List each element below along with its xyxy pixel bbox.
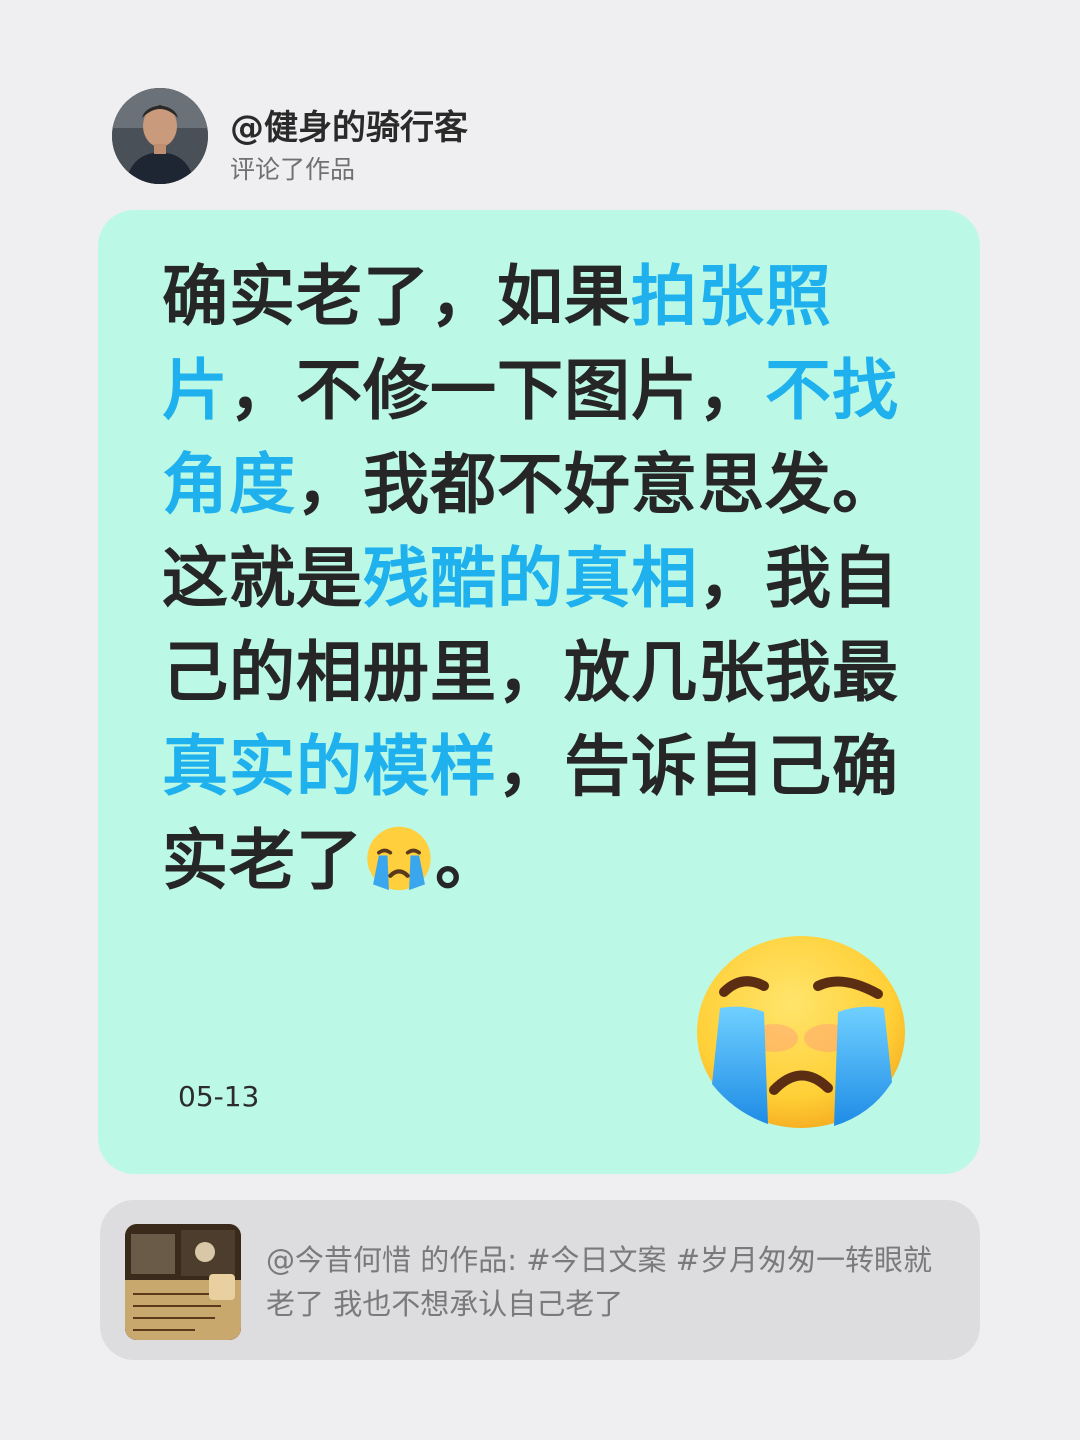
username[interactable]: @健身的骑行客 [230,100,468,149]
user-avatar[interactable] [112,88,208,184]
comment-segment: ，不修一下图片， [229,352,765,429]
comment-segment: 。 [435,822,502,899]
comment-segment: 确实老了，如果 [162,258,631,335]
work-thumbnail-image-icon [125,1224,241,1340]
comment-header: @健身的骑行客 评论了作品 [112,88,912,188]
loudly-crying-face-icon [697,936,905,1128]
comment-card: 确实老了，如果拍张照片，不修一下图片，不找角度，我都不好意思发。这就是残酷的真相… [98,210,980,1174]
comment-highlight: 真实的模样 [162,728,497,805]
avatar-photo-icon [112,88,208,184]
comment-highlight: 残酷的真相 [363,540,698,617]
work-thumbnail[interactable] [125,1224,241,1340]
referenced-work-card[interactable]: @今昔何惜 的作品: #今日文案 #岁月匆匆一转眼就老了 我也不想承认自己老了 [100,1200,980,1360]
referenced-work-text[interactable]: @今昔何惜 的作品: #今日文案 #岁月匆匆一转眼就老了 我也不想承认自己老了 [266,1238,956,1326]
comment-text: 确实老了，如果拍张照片，不修一下图片，不找角度，我都不好意思发。这就是残酷的真相… [162,250,922,908]
loudly-crying-face-icon [367,826,431,891]
comment-date: 05-13 [178,1080,260,1113]
action-label: 评论了作品 [230,155,356,184]
